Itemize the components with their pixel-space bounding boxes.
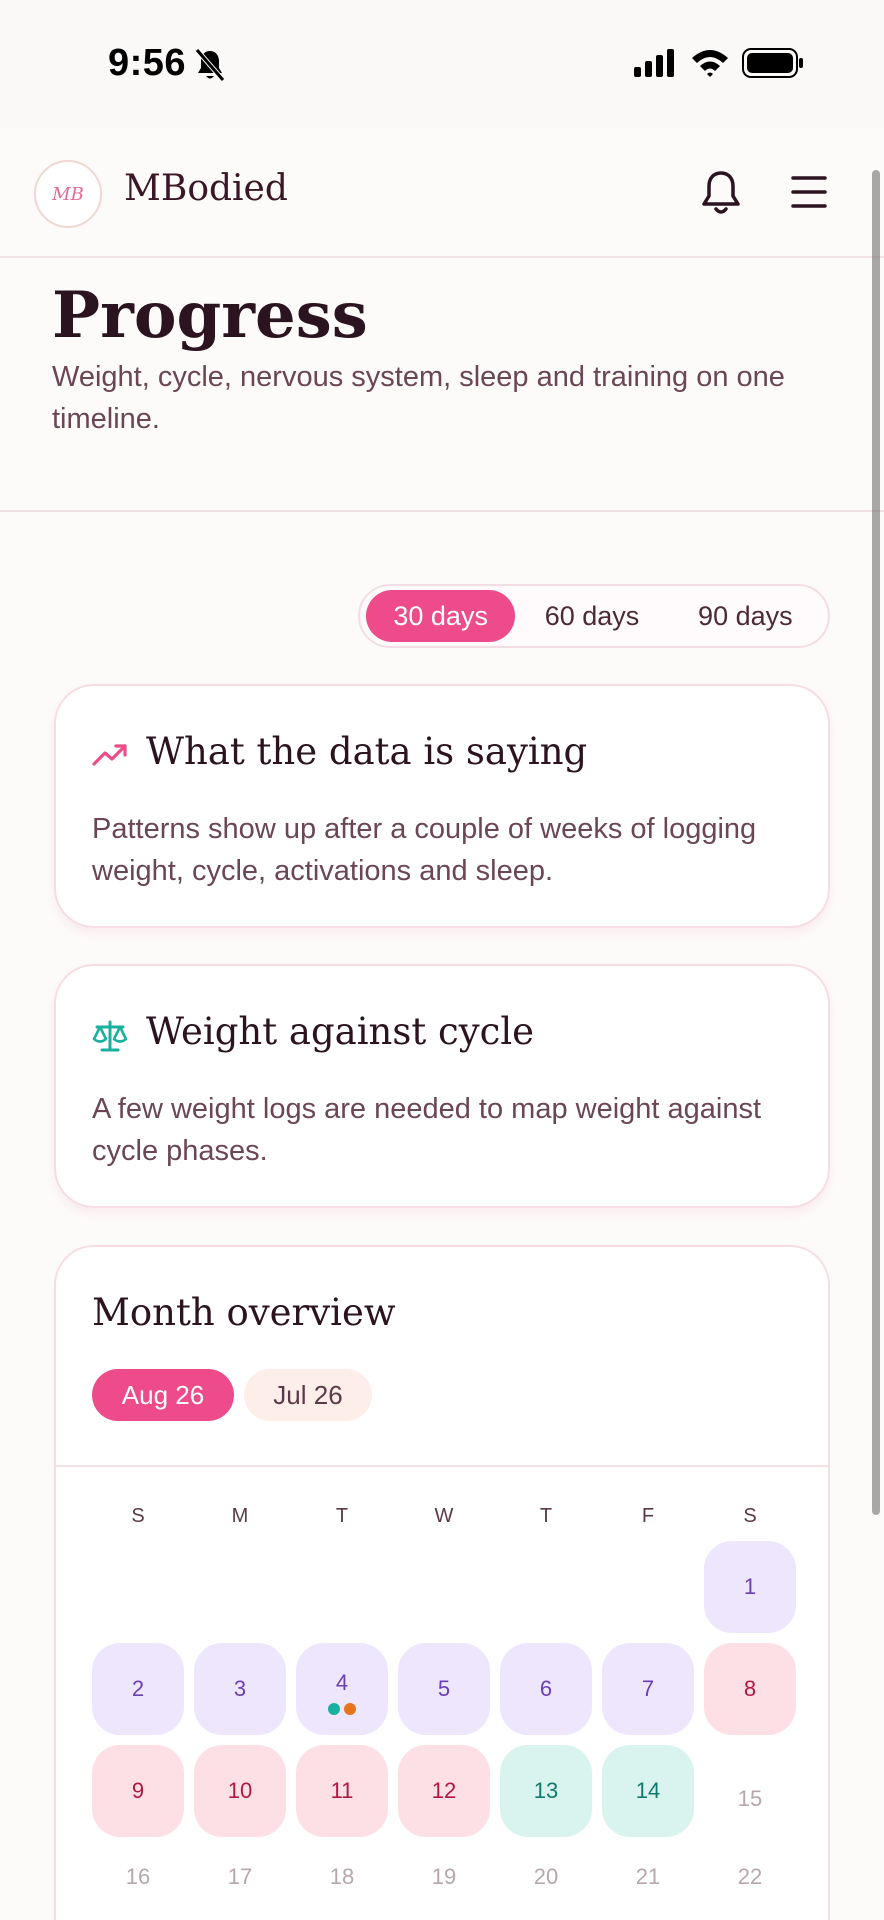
weekday-label: T bbox=[335, 1505, 349, 1527]
calendar-day[interactable]: 18 bbox=[296, 1847, 388, 1907]
insight-card: What the data is saying Patterns show up… bbox=[54, 684, 830, 928]
bell-icon[interactable] bbox=[698, 168, 744, 218]
calendar-day-number: 20 bbox=[533, 1864, 559, 1889]
cellular-signal-icon bbox=[634, 49, 674, 77]
weight-card-title: Weight against cycle bbox=[146, 1010, 535, 1053]
month-chip-jul-26[interactable]: Jul 26 bbox=[244, 1369, 372, 1421]
weekday-label: W bbox=[434, 1505, 454, 1527]
calendar-day[interactable]: 11 bbox=[296, 1745, 388, 1837]
app-header: MB MBodied bbox=[0, 128, 884, 258]
weekday-label: S bbox=[131, 1505, 145, 1527]
calendar-day-number: 5 bbox=[437, 1676, 451, 1701]
calendar-day-number: 18 bbox=[329, 1864, 355, 1889]
page-scrollbar[interactable] bbox=[872, 170, 880, 1515]
status-bar: 9:56 bbox=[0, 0, 884, 128]
calendar-day[interactable]: 19 bbox=[398, 1847, 490, 1907]
calendar-day[interactable]: 9 bbox=[92, 1745, 184, 1837]
weekday-label: F bbox=[641, 1505, 655, 1527]
status-time: 9:56 bbox=[108, 42, 187, 84]
calendar-day-number: 6 bbox=[539, 1676, 553, 1701]
calendar-day[interactable]: 10 bbox=[194, 1745, 286, 1837]
insight-card-title: What the data is saying bbox=[146, 730, 588, 773]
scale-icon bbox=[92, 1020, 128, 1052]
log-dot-teal bbox=[328, 1703, 340, 1715]
weight-card: Weight against cycle A few weight logs a… bbox=[54, 964, 830, 1208]
month-overview-card: Month overview Aug 26 Jul 26 S M T W T F… bbox=[54, 1245, 830, 1920]
page-subtitle: Weight, cycle, nervous system, sleep and… bbox=[52, 361, 785, 435]
wifi-icon bbox=[692, 50, 728, 77]
calendar-day[interactable]: 6 bbox=[500, 1643, 592, 1735]
calendar-day[interactable]: 1 bbox=[704, 1541, 796, 1633]
calendar-day[interactable]: 5 bbox=[398, 1643, 490, 1735]
calendar-day-number: 4 bbox=[335, 1670, 349, 1695]
calendar-day-number: 11 bbox=[330, 1778, 354, 1803]
calendar-day-number: 13 bbox=[533, 1778, 559, 1803]
calendar-day[interactable]: 17 bbox=[194, 1847, 286, 1907]
calendar-day[interactable]: 4 bbox=[296, 1643, 388, 1735]
month-chip-aug-26[interactable]: Aug 26 bbox=[92, 1369, 234, 1421]
calendar-day-number: 9 bbox=[131, 1778, 145, 1803]
month-divider bbox=[56, 1465, 828, 1467]
brand-logo[interactable]: MB bbox=[34, 160, 102, 228]
calendar-day[interactable]: 8 bbox=[704, 1643, 796, 1735]
calendar-day[interactable]: 3 bbox=[194, 1643, 286, 1735]
logo-text: MB bbox=[52, 183, 84, 205]
calendar-day[interactable]: 13 bbox=[500, 1745, 592, 1837]
calendar-day[interactable]: 22 bbox=[704, 1847, 796, 1907]
range-option-60-days[interactable]: 60 days bbox=[515, 590, 668, 642]
calendar-day-number: 12 bbox=[431, 1778, 457, 1803]
brand-name: MBodied bbox=[124, 168, 288, 209]
calendar-day[interactable]: 20 bbox=[500, 1847, 592, 1907]
calendar-day[interactable]: 16 bbox=[92, 1847, 184, 1907]
calendar-day-number: 21 bbox=[635, 1864, 661, 1889]
weekday-label: T bbox=[539, 1505, 553, 1527]
hamburger-menu-icon[interactable] bbox=[790, 172, 828, 212]
trending-up-icon bbox=[92, 744, 127, 766]
calendar-day-number: 16 bbox=[125, 1864, 151, 1889]
calendar-day-number: 15 bbox=[737, 1786, 763, 1811]
calendar-day-number: 10 bbox=[227, 1778, 253, 1803]
log-dot-orange bbox=[344, 1703, 356, 1715]
calendar-day[interactable]: 21 bbox=[602, 1847, 694, 1907]
calendar-day[interactable]: 14 bbox=[602, 1745, 694, 1837]
month-overview-title: Month overview bbox=[92, 1291, 396, 1334]
weekday-label: S bbox=[743, 1505, 757, 1527]
calendar-day-number: 14 bbox=[635, 1778, 661, 1803]
calendar-day-number: 22 bbox=[737, 1864, 763, 1889]
calendar-day-number: 2 bbox=[131, 1676, 145, 1701]
calendar-day-number: 17 bbox=[227, 1864, 253, 1889]
range-option-30-days[interactable]: 30 days bbox=[366, 590, 516, 642]
calendar-day-number: 19 bbox=[431, 1864, 457, 1889]
calendar-day-number: 8 bbox=[743, 1676, 757, 1701]
weight-card-body: A few weight logs are needed to map weig… bbox=[92, 1093, 762, 1167]
page-title: Progress bbox=[52, 278, 368, 353]
section-divider bbox=[0, 510, 884, 512]
calendar-day-number: 1 bbox=[743, 1574, 757, 1599]
calendar-day[interactable]: 2 bbox=[92, 1643, 184, 1735]
calendar-day[interactable]: 12 bbox=[398, 1745, 490, 1837]
weekday-label: M bbox=[231, 1505, 249, 1527]
range-option-90-days[interactable]: 90 days bbox=[669, 590, 822, 642]
bell-slash-icon bbox=[195, 48, 225, 82]
calendar-day-number: 7 bbox=[641, 1676, 655, 1701]
insight-card-body: Patterns show up after a couple of weeks… bbox=[92, 813, 757, 887]
battery-icon bbox=[742, 48, 803, 78]
calendar-day[interactable]: 15 bbox=[704, 1753, 796, 1845]
calendar-day-number: 3 bbox=[233, 1676, 247, 1701]
range-selector: 30 days 60 days 90 days bbox=[358, 584, 830, 648]
calendar-day[interactable]: 7 bbox=[602, 1643, 694, 1735]
